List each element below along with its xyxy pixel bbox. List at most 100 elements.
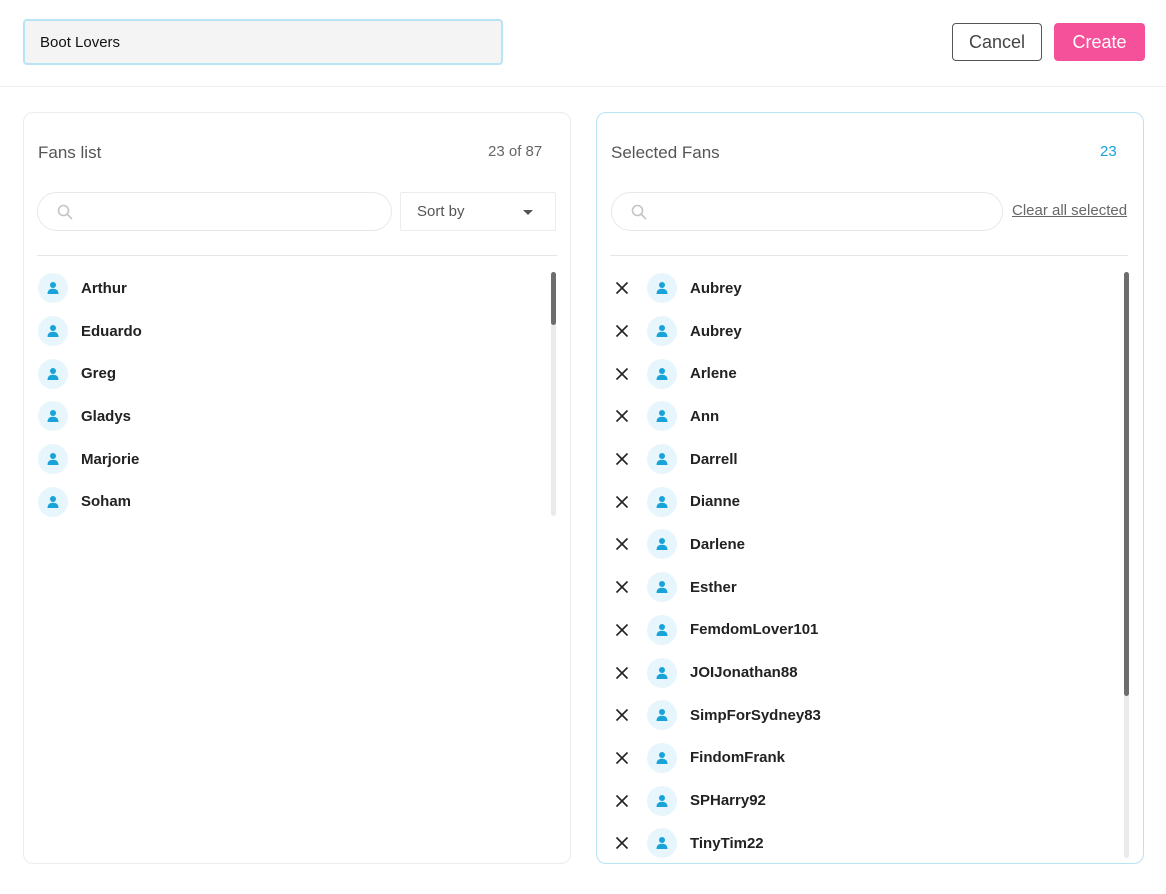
list-item[interactable]: Marjorie (38, 438, 538, 481)
close-icon[interactable] (613, 535, 631, 553)
fan-name: Esther (690, 578, 737, 596)
user-icon (38, 486, 68, 517)
user-icon (647, 657, 677, 688)
close-icon[interactable] (613, 365, 631, 383)
list-item[interactable]: FemdomLover101 (613, 609, 1113, 652)
close-icon[interactable] (613, 706, 631, 724)
user-icon (647, 614, 677, 645)
user-icon (647, 486, 677, 517)
fan-name: Arthur (81, 279, 127, 297)
fan-name: Darlene (690, 535, 746, 553)
list-item[interactable]: Esther (613, 566, 1113, 609)
cancel-button[interactable]: Cancel (952, 23, 1042, 61)
user-icon (38, 444, 68, 475)
fan-name: Greg (81, 365, 117, 383)
fan-name: Eduardo (81, 322, 142, 340)
list-item[interactable]: SimpForSydney83 (613, 694, 1113, 737)
selected-scrollbar[interactable] (1124, 272, 1129, 858)
search-icon (57, 204, 73, 220)
close-icon[interactable] (613, 578, 631, 596)
close-icon[interactable] (613, 322, 631, 340)
list-item[interactable]: Aubrey (613, 267, 1113, 310)
close-icon[interactable] (613, 621, 631, 639)
close-icon[interactable] (613, 450, 631, 468)
list-item[interactable]: TinyTim22 (613, 822, 1113, 865)
divider (37, 255, 557, 256)
close-icon[interactable] (613, 749, 631, 767)
list-item[interactable]: Dianne (613, 480, 1113, 523)
user-icon (38, 401, 68, 432)
top-bar: Cancel Create (0, 0, 1166, 87)
fan-name: Soham (81, 493, 132, 511)
user-icon (38, 316, 68, 347)
fans-list-panel: Fans list 23 of 87 Sort by Arthur Eduardo… (23, 112, 571, 864)
selected-count: 23 (1100, 143, 1117, 160)
sort-label: Sort by (417, 203, 465, 220)
fan-name: Dianne (690, 493, 741, 511)
close-icon[interactable] (613, 279, 631, 297)
close-icon[interactable] (613, 407, 631, 425)
list-item[interactable]: SPHarry92 (613, 779, 1113, 822)
sort-dropdown[interactable]: Sort by (400, 192, 556, 231)
close-icon[interactable] (613, 834, 631, 852)
fans-list: Arthur Eduardo Greg Gladys Marjorie Soham (38, 267, 538, 523)
caret-down-icon (523, 210, 533, 215)
user-icon (647, 529, 677, 560)
selected-scrollbar-thumb[interactable] (1124, 272, 1129, 696)
fans-scrollbar-thumb[interactable] (551, 272, 556, 325)
fan-name: SPHarry92 (690, 792, 766, 810)
clear-all-selected-link[interactable]: Clear all selected (1012, 202, 1127, 219)
list-item[interactable]: Eduardo (38, 310, 538, 353)
fan-name: Arlene (690, 365, 737, 383)
user-icon (38, 358, 68, 389)
list-item[interactable]: Arthur (38, 267, 538, 310)
user-icon (647, 700, 677, 731)
fans-search-input[interactable] (82, 193, 377, 230)
search-icon (631, 204, 647, 220)
close-icon[interactable] (613, 493, 631, 511)
fan-name: JOIJonathan88 (690, 664, 798, 682)
fan-name: FindomFrank (690, 749, 786, 767)
fans-count: 23 of 87 (488, 143, 543, 160)
fan-name: Aubrey (690, 279, 742, 297)
fan-name: Aubrey (690, 322, 742, 340)
user-icon (647, 742, 677, 773)
fan-name: Marjorie (81, 450, 140, 468)
list-item[interactable]: Ann (613, 395, 1113, 438)
user-icon (647, 358, 677, 389)
divider (610, 255, 1128, 256)
list-item[interactable]: JOIJonathan88 (613, 651, 1113, 694)
fan-name: TinyTim22 (690, 834, 764, 852)
user-icon (647, 572, 677, 603)
user-icon (647, 273, 677, 304)
create-button[interactable]: Create (1054, 23, 1145, 61)
user-icon (647, 785, 677, 816)
user-icon (647, 316, 677, 347)
list-item[interactable]: Soham (38, 480, 538, 523)
list-item[interactable]: Darlene (613, 523, 1113, 566)
selected-search-field[interactable] (611, 192, 1003, 231)
fan-name: FemdomLover101 (690, 621, 819, 639)
user-icon (38, 273, 68, 304)
close-icon[interactable] (613, 664, 631, 682)
list-item[interactable]: Aubrey (613, 310, 1113, 353)
list-name-input[interactable] (23, 19, 503, 65)
list-item[interactable]: Greg (38, 352, 538, 395)
fan-name: Ann (690, 407, 720, 425)
user-icon (647, 444, 677, 475)
selected-search-input[interactable] (656, 193, 988, 230)
fan-name: Gladys (81, 407, 132, 425)
panel-title: Fans list (38, 143, 102, 162)
fans-scrollbar[interactable] (551, 272, 556, 516)
close-icon[interactable] (613, 792, 631, 810)
panel-title: Selected Fans (611, 143, 720, 162)
fan-name: Darrell (690, 450, 738, 468)
user-icon (647, 401, 677, 432)
list-item[interactable]: Arlene (613, 352, 1113, 395)
list-item[interactable]: Gladys (38, 395, 538, 438)
selected-fans-panel: Selected Fans 23 Clear all selected Aubr… (596, 112, 1144, 864)
list-item[interactable]: Darrell (613, 438, 1113, 481)
user-icon (647, 828, 677, 859)
fans-search-field[interactable] (37, 192, 392, 231)
list-item[interactable]: FindomFrank (613, 737, 1113, 780)
